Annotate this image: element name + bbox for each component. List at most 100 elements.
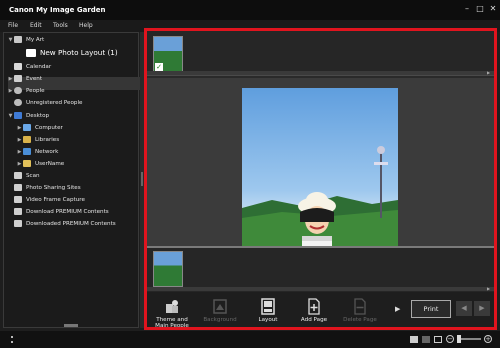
- theme-people-icon: [166, 300, 178, 313]
- close-icon[interactable]: ✕: [488, 4, 498, 14]
- delete-page-icon: [354, 298, 366, 315]
- status-bar: − +: [0, 331, 500, 348]
- sidebar-item-label: Computer: [35, 124, 63, 131]
- photo-sharing-icon: [14, 184, 22, 191]
- sidebar-item-my-art[interactable]: ▼ My Art: [7, 34, 44, 45]
- network-icon: [23, 148, 31, 155]
- theme-and-main-people-button[interactable]: Theme and Main People: [151, 296, 193, 329]
- downloaded-premium-icon: [14, 220, 22, 227]
- sidebar-item-username[interactable]: ▶ UserName: [16, 158, 64, 169]
- page-thumbnail-strip: ✓ ▶: [147, 31, 494, 76]
- thumbnail-scrollbar[interactable]: ▶: [147, 71, 494, 75]
- window-title: Canon My Image Garden: [9, 6, 106, 14]
- sidebar-item-label: Network: [35, 148, 59, 155]
- view-mode-icon[interactable]: [410, 336, 418, 343]
- unregistered-people-icon: [14, 99, 22, 106]
- tray-scrollbar[interactable]: ▶: [147, 287, 494, 291]
- sidebar-item-label: Event: [26, 75, 43, 82]
- sidebar-item-desktop[interactable]: ▼ Desktop: [7, 110, 49, 121]
- delete-page-button[interactable]: Delete Page: [339, 296, 381, 326]
- sidebar-item-label: People: [26, 87, 45, 94]
- minimize-icon[interactable]: –: [462, 4, 472, 14]
- desktop-icon: [14, 112, 22, 119]
- sidebar-item-network[interactable]: ▶ Network: [16, 146, 58, 157]
- expanded-arrow-icon[interactable]: ▼: [7, 37, 14, 43]
- more-tools-arrow-icon[interactable]: ▶: [395, 305, 400, 313]
- sidebar-item-label: Scan: [26, 172, 40, 179]
- menu-file[interactable]: File: [8, 22, 18, 29]
- sidebar-resize-handle[interactable]: [64, 324, 78, 327]
- sidebar-item-scan[interactable]: Scan: [14, 170, 40, 181]
- collapsed-arrow-icon[interactable]: ▶: [16, 137, 23, 143]
- previous-page-icon[interactable]: ◀: [456, 301, 472, 316]
- splitter-grip[interactable]: [141, 172, 143, 186]
- sidebar-item-label: Libraries: [35, 136, 60, 143]
- sidebar-item-download-premium[interactable]: Download PREMIUM Contents: [14, 206, 109, 217]
- libraries-icon: [23, 136, 31, 143]
- scan-icon: [14, 172, 22, 179]
- image-tray: ▶: [147, 246, 494, 292]
- checkmark-icon[interactable]: ✓: [155, 63, 163, 71]
- layout-button[interactable]: Layout: [247, 296, 289, 326]
- zoom-slider-handle[interactable]: [457, 335, 461, 343]
- sidebar-item-label: Desktop: [26, 112, 50, 119]
- menu-help[interactable]: Help: [79, 22, 93, 29]
- add-page-icon: [308, 298, 320, 315]
- user-folder-icon: [23, 160, 31, 167]
- sidebar-item-people[interactable]: ▶ People: [7, 85, 45, 96]
- add-page-button[interactable]: Add Page: [293, 296, 335, 326]
- sidebar-item-label: Calendar: [26, 63, 52, 70]
- more-options-icon[interactable]: [11, 336, 13, 343]
- sidebar-item-computer[interactable]: ▶ Computer: [16, 122, 63, 133]
- scroll-right-icon[interactable]: ▶: [487, 71, 492, 75]
- collapsed-arrow-icon[interactable]: ▶: [7, 76, 14, 82]
- collapsed-arrow-icon[interactable]: ▶: [16, 125, 23, 131]
- sidebar-item-label: New Photo Layout (1): [40, 48, 118, 57]
- scroll-right-icon[interactable]: ▶: [487, 287, 492, 291]
- expanded-arrow-icon[interactable]: ▼: [7, 113, 14, 119]
- sidebar-item-label: Unregistered People: [26, 99, 83, 106]
- zoom-out-icon[interactable]: −: [446, 335, 454, 343]
- event-icon: [14, 75, 22, 82]
- people-icon: [14, 87, 22, 94]
- background-button[interactable]: Background: [199, 296, 241, 326]
- collapsed-arrow-icon[interactable]: ▶: [7, 88, 14, 94]
- maximize-icon[interactable]: □: [475, 4, 485, 14]
- sidebar-item-label: Download PREMIUM Contents: [26, 208, 109, 215]
- sidebar-item-label: My Art: [26, 36, 45, 43]
- my-art-icon: [14, 36, 22, 43]
- print-button[interactable]: Print: [411, 300, 451, 318]
- sidebar-item-downloaded-premium[interactable]: Downloaded PREMIUM Contents: [14, 218, 116, 229]
- edit-workspace: ✓ ▶ ▶ Theme and Main People Background L…: [144, 28, 497, 330]
- page-thumbnail[interactable]: ✓: [153, 36, 183, 73]
- download-premium-icon: [14, 208, 22, 215]
- collapsed-arrow-icon[interactable]: ▶: [16, 149, 23, 155]
- collapsed-arrow-icon[interactable]: ▶: [16, 161, 23, 167]
- sidebar-item-unregistered-people[interactable]: Unregistered People: [14, 97, 82, 108]
- sidebar-item-new-photo-layout[interactable]: New Photo Layout (1): [26, 47, 118, 58]
- zoom-slider[interactable]: [457, 335, 481, 343]
- layout-canvas[interactable]: [147, 78, 494, 293]
- theme-label: Theme and Main People: [155, 317, 189, 329]
- sidebar-item-event[interactable]: ▶ Event: [7, 73, 42, 84]
- sidebar-item-libraries[interactable]: ▶ Libraries: [16, 134, 59, 145]
- sidebar-item-video-frame-capture[interactable]: Video Frame Capture: [14, 194, 85, 205]
- menu-tools[interactable]: Tools: [53, 22, 68, 29]
- sidebar-item-calendar[interactable]: Calendar: [14, 61, 51, 72]
- calendar-icon: [14, 63, 22, 70]
- sidebar-item-label: Downloaded PREMIUM Contents: [26, 220, 116, 227]
- image-thumbnail[interactable]: [153, 251, 183, 287]
- fit-to-window-icon[interactable]: [434, 336, 442, 343]
- next-page-icon[interactable]: ▶: [474, 301, 490, 316]
- layout-label: Layout: [258, 317, 278, 323]
- menu-edit[interactable]: Edit: [30, 22, 42, 29]
- sidebar-item-label: UserName: [35, 160, 65, 167]
- sidebar: ▼ My Art New Photo Layout (1) Calendar ▶…: [3, 32, 140, 328]
- thumbnail-view-icon[interactable]: [422, 336, 430, 343]
- sidebar-item-photo-sharing-sites[interactable]: Photo Sharing Sites: [14, 182, 81, 193]
- zoom-in-icon[interactable]: +: [484, 335, 492, 343]
- sidebar-item-label: Photo Sharing Sites: [26, 184, 81, 191]
- delete-page-label: Delete Page: [343, 317, 377, 323]
- computer-icon: [23, 124, 31, 131]
- photo-layout-icon: [26, 48, 36, 57]
